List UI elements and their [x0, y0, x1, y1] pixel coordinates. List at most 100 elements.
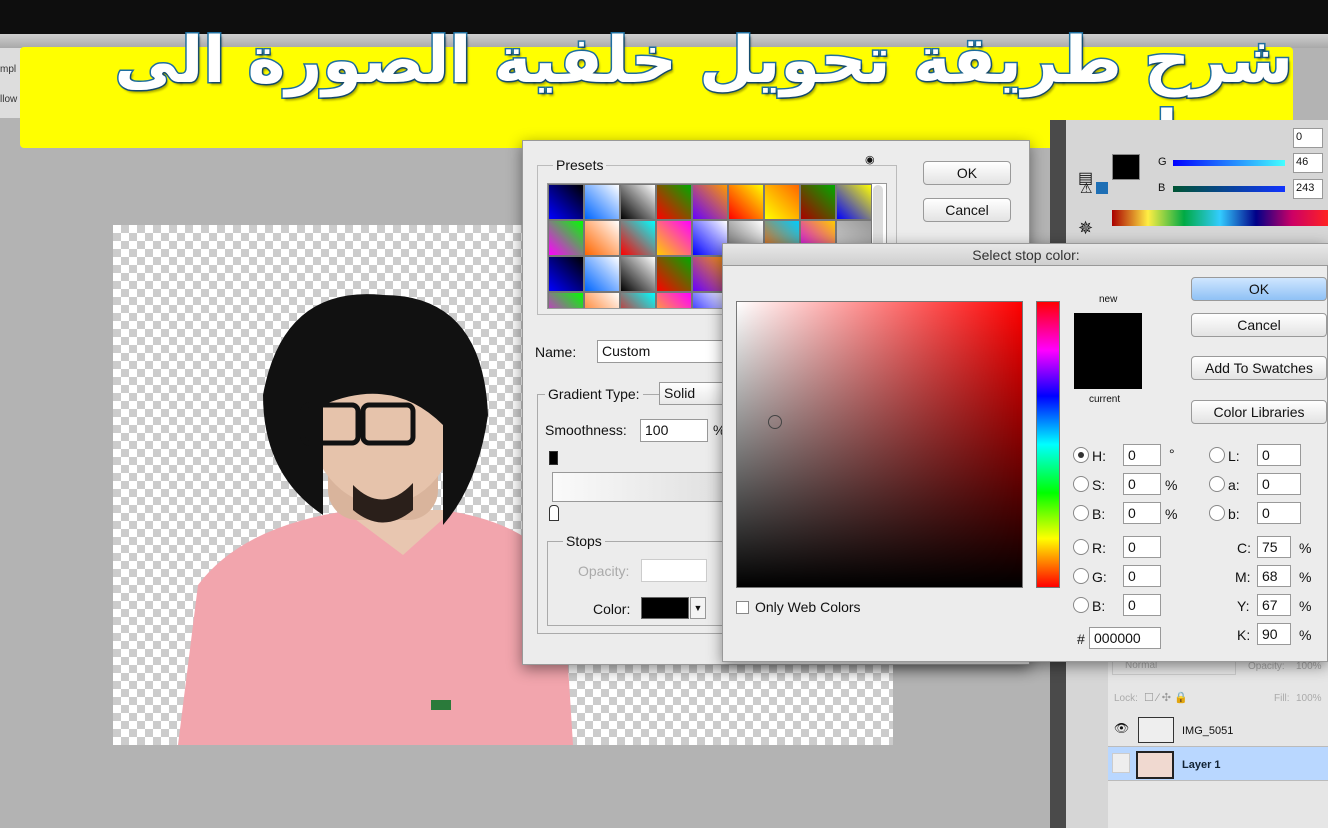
- left-strip-item: llow: [0, 94, 18, 105]
- c-input[interactable]: 75: [1257, 536, 1291, 558]
- hue-slider[interactable]: [1036, 301, 1060, 588]
- lab-b-radio[interactable]: [1209, 505, 1225, 521]
- gradient-preset[interactable]: [584, 220, 620, 256]
- gradient-preset[interactable]: [656, 292, 692, 308]
- g-radio[interactable]: [1073, 568, 1089, 584]
- h-radio[interactable]: [1073, 447, 1089, 463]
- eye-icon[interactable]: 👁: [1114, 721, 1129, 735]
- gradient-preset[interactable]: [656, 256, 692, 292]
- g-label: G: [1158, 156, 1167, 168]
- navigator-icon[interactable]: ✵: [1078, 218, 1093, 239]
- presets-menu-icon[interactable]: ◉: [865, 153, 875, 166]
- gradient-preset[interactable]: [620, 220, 656, 256]
- opacity-value[interactable]: 100%: [1296, 661, 1322, 672]
- fill-value[interactable]: 100%: [1296, 693, 1322, 704]
- blue-input[interactable]: 0: [1123, 594, 1161, 616]
- s-label: S:: [1092, 477, 1106, 493]
- blue-radio[interactable]: [1073, 597, 1089, 613]
- ok-button[interactable]: OK: [1191, 277, 1327, 301]
- r-label: R:: [1092, 540, 1106, 556]
- layer-name: IMG_5051: [1182, 725, 1234, 737]
- gradient-type-select[interactable]: Solid: [659, 382, 729, 405]
- only-web-colors-checkbox[interactable]: [736, 601, 749, 614]
- gradient-preset[interactable]: [800, 184, 836, 220]
- c-label: C:: [1237, 540, 1251, 556]
- gradient-preset[interactable]: [584, 256, 620, 292]
- current-color-swatch[interactable]: [1074, 351, 1142, 389]
- gradient-preset[interactable]: [584, 292, 620, 308]
- s-radio[interactable]: [1073, 476, 1089, 492]
- k-input[interactable]: 90: [1257, 623, 1291, 645]
- gradient-preset[interactable]: [764, 184, 800, 220]
- layer-row-selected[interactable]: Layer 1: [1108, 747, 1328, 781]
- color-stop[interactable]: [549, 505, 559, 521]
- gradient-preset[interactable]: [656, 220, 692, 256]
- a-input[interactable]: 0: [1257, 473, 1301, 495]
- presets-label: Presets: [553, 157, 607, 173]
- color-ramp[interactable]: [1112, 210, 1328, 226]
- b-value[interactable]: 243: [1293, 179, 1323, 199]
- stops-label: Stops: [563, 533, 605, 549]
- b-input[interactable]: 0: [1123, 502, 1161, 524]
- lab-b-input[interactable]: 0: [1257, 502, 1301, 524]
- gradient-preset[interactable]: [548, 220, 584, 256]
- color-field[interactable]: [736, 301, 1023, 588]
- opacity-input: [641, 559, 707, 582]
- c-percent: %: [1299, 540, 1312, 556]
- gradient-preset[interactable]: [620, 184, 656, 220]
- opacity-stop[interactable]: [549, 451, 558, 465]
- s-input[interactable]: 0: [1123, 473, 1161, 495]
- gamut-swatch[interactable]: [1096, 182, 1108, 194]
- gradient-preset[interactable]: [656, 184, 692, 220]
- layer-row[interactable]: 👁 IMG_5051: [1108, 713, 1328, 747]
- cancel-button[interactable]: Cancel: [923, 198, 1011, 222]
- visibility-toggle[interactable]: [1112, 753, 1130, 773]
- name-input[interactable]: Custom: [597, 340, 737, 363]
- lock-icons[interactable]: ☐ ⁄ ✣ 🔒: [1144, 691, 1188, 704]
- g-input[interactable]: 0: [1123, 565, 1161, 587]
- gradient-preset[interactable]: [548, 256, 584, 292]
- gradient-preset[interactable]: [836, 184, 872, 220]
- g-slider[interactable]: [1173, 160, 1285, 166]
- ok-button[interactable]: OK: [923, 161, 1011, 185]
- swatches-panel-icon[interactable]: ▤: [1078, 168, 1093, 188]
- opacity-label: Opacity:: [1248, 661, 1285, 672]
- stop-color-swatch[interactable]: [641, 597, 689, 619]
- gradient-preset[interactable]: [620, 256, 656, 292]
- b-radio[interactable]: [1073, 505, 1089, 521]
- hex-input[interactable]: 000000: [1089, 627, 1161, 649]
- color-libraries-button[interactable]: Color Libraries: [1191, 400, 1327, 424]
- y-input[interactable]: 67: [1257, 594, 1291, 616]
- color-dropdown-arrow[interactable]: ▼: [690, 597, 706, 619]
- gradient-preset[interactable]: [548, 292, 584, 308]
- r-value[interactable]: 0: [1293, 128, 1323, 148]
- gradient-preset[interactable]: [584, 184, 620, 220]
- gradient-preset[interactable]: [548, 184, 584, 220]
- g-value[interactable]: 46: [1293, 153, 1323, 173]
- r-input[interactable]: 0: [1123, 536, 1161, 558]
- m-input[interactable]: 68: [1257, 565, 1291, 587]
- gradient-preset[interactable]: [692, 184, 728, 220]
- name-label: Name:: [535, 344, 577, 360]
- add-to-swatches-button[interactable]: Add To Swatches: [1191, 356, 1327, 380]
- gradient-preset[interactable]: [728, 184, 764, 220]
- gradient-type-label: Gradient Type:: [545, 386, 643, 402]
- y-percent: %: [1299, 598, 1312, 614]
- l-radio[interactable]: [1209, 447, 1225, 463]
- foreground-swatch[interactable]: [1112, 154, 1140, 180]
- new-color-swatch: [1074, 313, 1142, 351]
- left-strip-item: mpl: [0, 64, 17, 75]
- color-field-cursor[interactable]: [768, 415, 782, 429]
- gradient-preset[interactable]: [620, 292, 656, 308]
- cancel-button[interactable]: Cancel: [1191, 313, 1327, 337]
- gradient-bar[interactable]: [552, 472, 742, 502]
- l-input[interactable]: 0: [1257, 444, 1301, 466]
- m-percent: %: [1299, 569, 1312, 585]
- b-slider[interactable]: [1173, 186, 1285, 192]
- r-radio[interactable]: [1073, 539, 1089, 555]
- b-unit: %: [1165, 506, 1178, 522]
- a-radio[interactable]: [1209, 476, 1225, 492]
- smoothness-input[interactable]: 100: [640, 419, 708, 442]
- h-input[interactable]: 0: [1123, 444, 1161, 466]
- y-label: Y:: [1237, 598, 1250, 614]
